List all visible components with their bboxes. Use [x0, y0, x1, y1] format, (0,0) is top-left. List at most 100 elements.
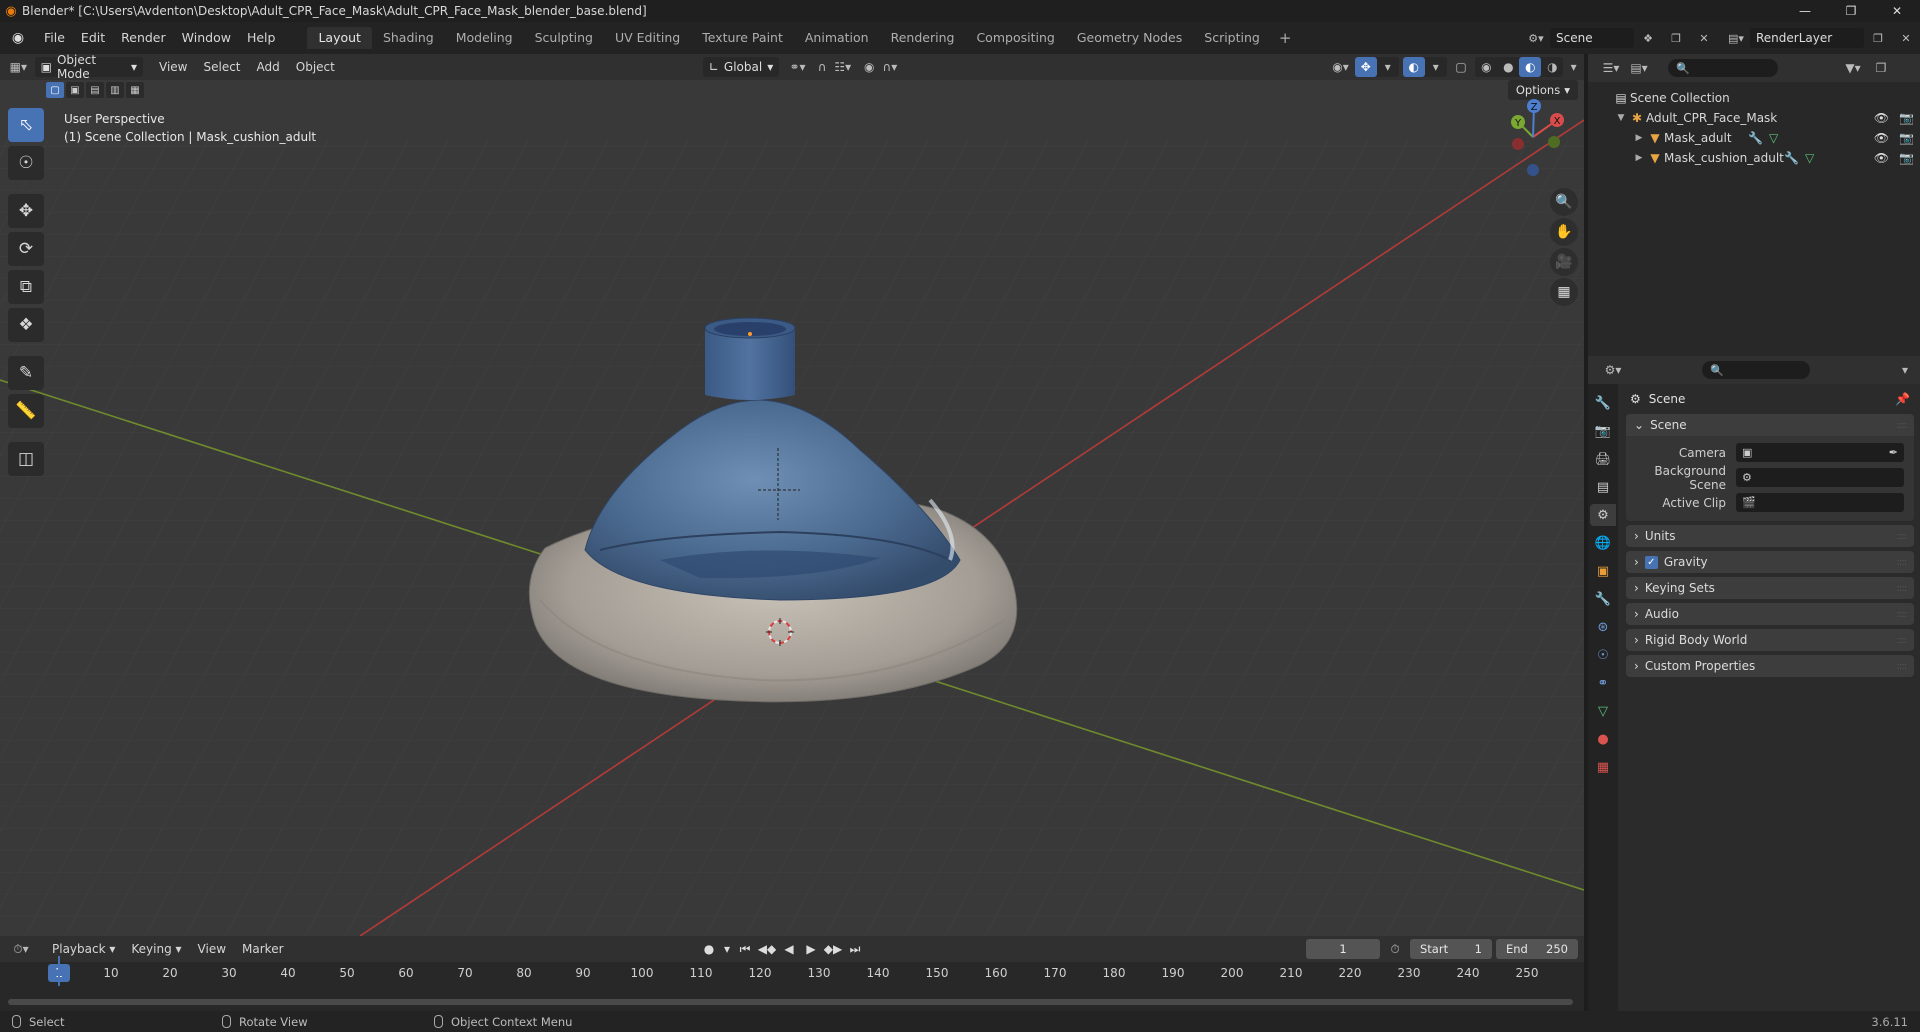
- tab-shading[interactable]: Shading: [372, 27, 445, 49]
- tool-tab-icon[interactable]: 🔧: [1590, 392, 1616, 414]
- material-tab-icon[interactable]: ●: [1590, 728, 1616, 750]
- scene-icon[interactable]: ⚙▾: [1522, 28, 1550, 48]
- panel-scene-header[interactable]: ⌄ Scene ::::: [1626, 414, 1914, 436]
- next-keyframe-icon[interactable]: ◆▶: [824, 939, 842, 959]
- display-mode-icon[interactable]: ▤▾: [1628, 58, 1650, 78]
- menu-edit[interactable]: Edit: [73, 27, 113, 49]
- camera-view-icon[interactable]: 🎥: [1550, 248, 1578, 276]
- mesh-data-icon[interactable]: ▽: [1805, 151, 1814, 165]
- annotate-tool-icon[interactable]: ✎: [8, 356, 44, 390]
- close-icon[interactable]: ✕: [1874, 0, 1920, 22]
- menu-timeline-view[interactable]: View: [190, 942, 234, 956]
- properties-search-input[interactable]: 🔍: [1702, 361, 1810, 379]
- new-scene-icon[interactable]: ❐: [1662, 28, 1690, 48]
- world-tab-icon[interactable]: 🌐: [1590, 532, 1616, 554]
- drag-grip-icon[interactable]: ::::: [1897, 557, 1908, 568]
- transform-orientation-dropdown[interactable]: ∟ Global ▾: [702, 57, 780, 77]
- chevron-down-icon[interactable]: ▼: [1614, 113, 1628, 123]
- tab-scripting[interactable]: Scripting: [1193, 27, 1271, 49]
- tab-compositing[interactable]: Compositing: [965, 27, 1065, 49]
- neg-y-handle[interactable]: [1548, 136, 1560, 148]
- zoom-icon[interactable]: 🔍: [1550, 188, 1578, 216]
- eye-icon[interactable]: 👁: [1874, 111, 1889, 125]
- tree-row-collection[interactable]: ▼ ✱ Adult_CPR_Face_Mask 👁 📷: [1588, 108, 1920, 128]
- particles-tab-icon[interactable]: ⊛: [1590, 616, 1616, 638]
- snap-target-icon[interactable]: ☷▾: [832, 57, 853, 77]
- mesh-data-icon[interactable]: ▽: [1769, 131, 1778, 145]
- pivot-point-icon[interactable]: ⚭▾: [787, 57, 808, 77]
- properties-editor-type-icon[interactable]: ⚙▾: [1602, 360, 1624, 380]
- menu-select[interactable]: Select: [195, 60, 248, 74]
- pin-icon[interactable]: 📌: [1895, 392, 1910, 406]
- remove-scene-icon[interactable]: ✕: [1690, 28, 1718, 48]
- view-layer-tab-icon[interactable]: ▤: [1590, 476, 1616, 498]
- shading-options-icon[interactable]: ▾: [1563, 57, 1584, 77]
- output-tab-icon[interactable]: 🖨: [1590, 448, 1616, 470]
- filter-icon[interactable]: ▼▾: [1842, 58, 1864, 78]
- camera-field[interactable]: ▣ ✒: [1736, 443, 1904, 462]
- tab-rendering[interactable]: Rendering: [880, 27, 966, 49]
- timeline-editor-type-icon[interactable]: ⏱▾: [10, 939, 32, 959]
- wireframe-shading-icon[interactable]: ◉: [1475, 57, 1497, 77]
- wrench-icon[interactable]: 🔧: [1784, 151, 1799, 165]
- chevron-down-icon[interactable]: ▾: [1425, 57, 1447, 77]
- blender-menu-icon[interactable]: ◉: [0, 30, 36, 46]
- remove-view-layer-icon[interactable]: ✕: [1892, 28, 1920, 48]
- mode-dropdown[interactable]: ▣ Object Mode ▾: [34, 53, 143, 81]
- measure-tool-icon[interactable]: 📏: [8, 394, 44, 428]
- eye-icon[interactable]: 👁: [1874, 131, 1889, 145]
- camera-render-icon[interactable]: 📷: [1899, 131, 1914, 145]
- neg-z-handle[interactable]: [1527, 164, 1539, 176]
- panel-keying-sets-header[interactable]: › Keying Sets ::::: [1626, 577, 1914, 599]
- select-box-tool-icon[interactable]: ⬁: [8, 108, 44, 142]
- menu-help[interactable]: Help: [239, 27, 284, 49]
- texture-tab-icon[interactable]: ▦: [1590, 756, 1616, 778]
- editor-type-icon[interactable]: ▦▾: [8, 57, 29, 77]
- new-view-layer-icon[interactable]: ❐: [1864, 28, 1892, 48]
- falloff-icon[interactable]: ∩▾: [880, 57, 901, 77]
- menu-keying[interactable]: Keying ▾: [123, 942, 189, 956]
- select-subtract-icon[interactable]: ▤: [86, 82, 104, 98]
- view-layer-field[interactable]: RenderLayer: [1750, 28, 1864, 48]
- menu-marker[interactable]: Marker: [234, 942, 291, 956]
- active-clip-field[interactable]: 🎬: [1736, 493, 1904, 512]
- snap-icon[interactable]: ∩: [812, 57, 833, 77]
- tab-geometry-nodes[interactable]: Geometry Nodes: [1066, 27, 1193, 49]
- jump-start-icon[interactable]: ⏮: [736, 939, 754, 959]
- tree-row-scene-collection[interactable]: ▤ Scene Collection: [1588, 88, 1920, 108]
- scene-tab-icon[interactable]: ⚙: [1590, 504, 1616, 526]
- select-intersect-icon[interactable]: ▦: [126, 82, 144, 98]
- panel-audio-header[interactable]: › Audio ::::: [1626, 603, 1914, 625]
- add-workspace-icon[interactable]: +: [1271, 29, 1300, 47]
- end-frame-field[interactable]: End 250: [1496, 939, 1578, 959]
- panel-audio[interactable]: › Audio ::::: [1626, 603, 1914, 625]
- tree-row-mask-cushion-adult[interactable]: ▶ ▼ Mask_cushion_adult 🔧 ▽ 👁 📷: [1588, 148, 1920, 168]
- drag-grip-icon[interactable]: ::::: [1897, 583, 1908, 594]
- modifier-tab-icon[interactable]: 🔧: [1590, 588, 1616, 610]
- tree-row-mask-adult[interactable]: ▶ ▼ Mask_adult 🔧 ▽ 👁 📷: [1588, 128, 1920, 148]
- move-tool-icon[interactable]: ✥: [8, 194, 44, 228]
- new-collection-icon[interactable]: ❐: [1870, 58, 1892, 78]
- neg-x-handle[interactable]: [1512, 138, 1524, 150]
- background-scene-field[interactable]: ⚙: [1736, 468, 1904, 487]
- tab-layout[interactable]: Layout: [307, 27, 372, 49]
- jump-end-icon[interactable]: ⏭: [846, 939, 864, 959]
- camera-render-icon[interactable]: 📷: [1899, 151, 1914, 165]
- physics-tab-icon[interactable]: ☉: [1590, 644, 1616, 666]
- scene-name-field[interactable]: Scene: [1550, 28, 1634, 48]
- drag-grip-icon[interactable]: ::::: [1897, 420, 1908, 431]
- proportional-editing-icon[interactable]: ◉: [859, 57, 880, 77]
- play-reverse-icon[interactable]: ◀: [780, 939, 798, 959]
- tab-uv-editing[interactable]: UV Editing: [604, 27, 691, 49]
- menu-view[interactable]: View: [151, 60, 195, 74]
- pin-icon[interactable]: ❖: [1634, 28, 1662, 48]
- solid-shading-icon[interactable]: ●: [1497, 57, 1519, 77]
- select-difference-icon[interactable]: ▥: [106, 82, 124, 98]
- drag-grip-icon[interactable]: ::::: [1897, 531, 1908, 542]
- chevron-down-icon[interactable]: ▾: [1894, 360, 1916, 380]
- material-preview-icon[interactable]: ◐: [1519, 57, 1542, 77]
- panel-keying-sets[interactable]: › Keying Sets ::::: [1626, 577, 1914, 599]
- rendered-shading-icon[interactable]: ◑: [1541, 57, 1563, 77]
- transform-tool-icon[interactable]: ❖: [8, 308, 44, 342]
- render-tab-icon[interactable]: 📷: [1590, 420, 1616, 442]
